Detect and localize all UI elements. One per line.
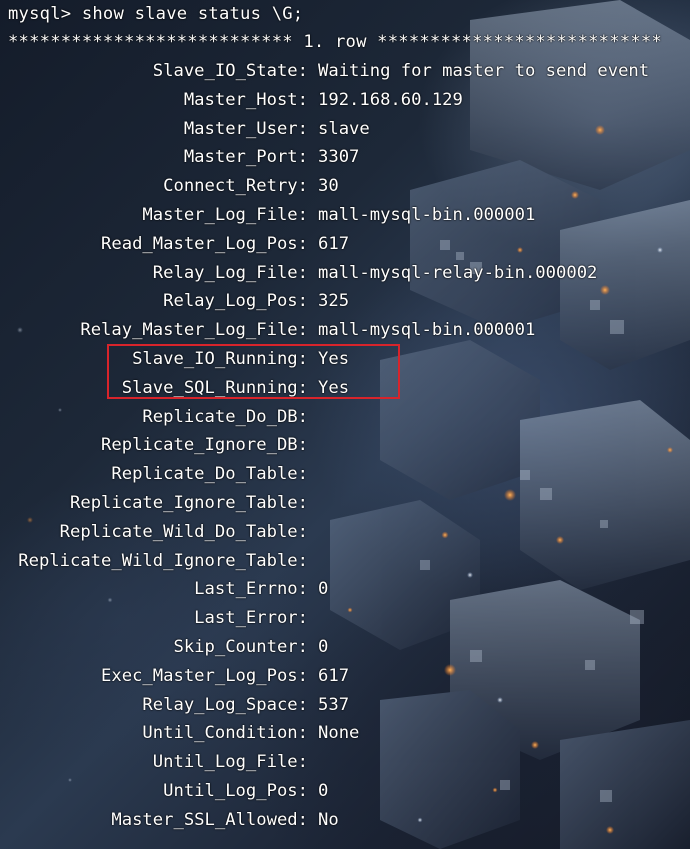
field-value: 0 [318,637,329,657]
field-name: Last_Errno: [194,579,308,600]
field-name: Replicate_Ignore_Table: [70,493,308,513]
field-value: 30 [318,176,339,197]
field-name: Master_Log_File: [142,205,308,225]
running-status-highlight [107,344,400,399]
field-value: 325 [318,291,350,312]
status-field-row: Master_Host: 192.168.60.129 [0,86,690,114]
status-field-row: Until_Log_File: [0,748,690,776]
field-name: Relay_Log_Space: [142,694,308,715]
status-field-row: Replicate_Ignore_Table: [0,489,690,517]
status-field-row: Relay_Log_File: mall-mysql-relay-bin.0000… [0,259,690,287]
status-field-row: Relay_Master_Log_File: mall-mysql-bin.000… [0,316,690,344]
status-field-row: Replicate_Do_Table: [0,460,690,488]
field-value: slave [318,118,370,139]
field-name: Read_Master_Log_Pos: [101,233,308,254]
field-name: Until_Log_Pos: [163,781,308,801]
field-value: 0 [318,781,329,801]
field-name: Connect_Retry: [163,176,308,197]
status-field-row: Connect_Retry: 30 [0,172,690,200]
field-value: mall-mysql-relay-bin.000002 [318,262,598,283]
status-field-row: Until_Log_Pos: 0 [0,777,690,805]
field-name: Until_Condition: [142,723,308,744]
field-name: Replicate_Do_Table: [111,464,308,485]
field-name: Master_SSL_Allowed: [111,809,308,830]
field-name: Exec_Master_Log_Pos: [101,665,308,686]
field-value: No [318,809,339,830]
status-field-row: Relay_Log_Pos: 325 [0,287,690,315]
field-name: Master_Port: [183,147,308,168]
row-header: *************************** 1. row *****… [8,32,662,52]
status-field-row: Exec_Master_Log_Pos: 617 [0,662,690,690]
status-field-row: Last_Errno: 0 [0,575,690,603]
field-name: Replicate_Wild_Ignore_Table: [18,550,308,571]
status-field-row: Skip_Counter: 0 [0,633,690,661]
field-name: Last_Error: [194,608,308,629]
field-value: mall-mysql-bin.000001 [318,320,536,341]
field-value: mall-mysql-bin.000001 [318,205,536,225]
field-name: Relay_Log_Pos: [163,291,308,312]
field-value: 617 [318,233,350,254]
field-name: Replicate_Wild_Do_Table: [59,521,308,542]
field-name: Master_Host: [183,89,308,110]
status-field-row: Master_Log_File: mall-mysql-bin.000001 [0,201,690,229]
command-prompt: mysql> show slave status \G; [8,4,304,24]
field-value: 192.168.60.129 [318,89,463,110]
field-value: 617 [318,665,350,686]
status-field-row: Replicate_Wild_Ignore_Table: [0,547,690,575]
field-value: None [318,723,360,744]
field-name: Skip_Counter: [173,637,308,657]
status-field-row: Master_SSL_Allowed: No [0,806,690,834]
status-field-row: Replicate_Do_DB: [0,403,690,431]
status-field-row: Last_Error: [0,604,690,632]
status-field-row: Replicate_Ignore_DB: [0,431,690,459]
field-name: Replicate_Ignore_DB: [101,435,308,456]
status-field-row: Relay_Log_Space: 537 [0,691,690,719]
status-field-row: Master_User: slave [0,115,690,143]
field-name: Slave_IO_State: [152,61,308,81]
field-name: Relay_Master_Log_File: [80,320,308,341]
terminal-window: mysql> show slave status \G; ***********… [0,0,690,849]
status-field-row: Replicate_Wild_Do_Table: [0,518,690,546]
field-value: 0 [318,579,329,600]
status-field-row: Slave_IO_State: Waiting for master to sen… [0,57,690,85]
status-field-row: Read_Master_Log_Pos: 617 [0,230,690,258]
field-value: 3307 [318,147,360,168]
status-field-row: Master_Port: 3307 [0,143,690,171]
field-name: Master_User: [183,118,308,139]
field-value: 537 [318,694,350,715]
field-name: Relay_Log_File: [152,262,308,283]
field-value: Waiting for master to send event [318,61,650,81]
field-name: Until_Log_File: [152,752,308,773]
status-field-row: Until_Condition: None [0,719,690,747]
field-name: Replicate_Do_DB: [142,406,308,427]
terminal-output: mysql> show slave status \G; ***********… [0,0,690,849]
